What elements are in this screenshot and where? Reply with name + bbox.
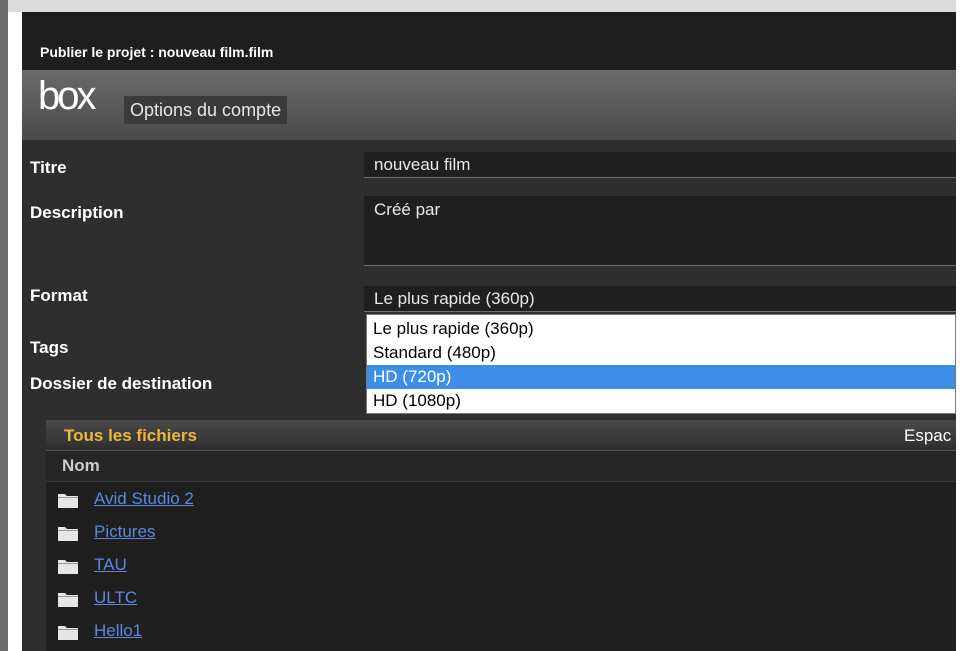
format-option-480p[interactable]: Standard (480p)	[367, 341, 955, 365]
folder-icon	[58, 626, 78, 640]
title-field[interactable]: nouveau film	[364, 152, 956, 178]
folder-row[interactable]: Avid Studio 2	[46, 484, 956, 516]
screenshot-frame-right	[956, 0, 962, 651]
dialog-titlebar[interactable]	[22, 12, 956, 70]
file-browser: Tous les fichiers Espac Nom Avid Studio …	[46, 420, 956, 651]
account-options-button[interactable]: Options du compte	[124, 96, 288, 124]
format-select[interactable]: Le plus rapide (360p)	[364, 286, 956, 312]
box-logo: box	[38, 74, 96, 118]
folder-link[interactable]: Avid Studio 2	[94, 489, 194, 509]
name-column-header[interactable]: Nom	[46, 451, 956, 482]
description-label: Description	[30, 203, 124, 222]
folder-icon	[58, 593, 78, 607]
format-option-360p[interactable]: Le plus rapide (360p)	[367, 317, 955, 341]
tags-label: Tags	[30, 338, 69, 357]
destination-label: Dossier de destination	[30, 374, 213, 393]
folder-icon	[58, 494, 78, 508]
format-option-1080p[interactable]: HD (1080p)	[367, 389, 955, 413]
format-dropdown-list: Le plus rapide (360p) Standard (480p) HD…	[366, 314, 956, 414]
screenshot-frame-top	[8, 0, 956, 12]
dialog-title: Publier le projet : nouveau film.film	[40, 44, 274, 60]
name-column-label: Nom	[62, 456, 100, 475]
folder-link[interactable]: Pictures	[94, 522, 155, 542]
format-label: Format	[30, 286, 88, 305]
folder-link[interactable]: TAU	[94, 555, 127, 575]
format-option-720p[interactable]: HD (720p)	[367, 365, 955, 389]
all-files-title[interactable]: Tous les fichiers	[64, 426, 197, 446]
description-field[interactable]: Créé par	[364, 196, 956, 266]
folder-icon	[58, 560, 78, 574]
folder-row[interactable]: Hello1	[46, 616, 956, 648]
space-label: Espac	[904, 426, 952, 445]
screenshot-frame-left	[0, 0, 8, 651]
folder-icon	[58, 527, 78, 541]
folder-row[interactable]: ULTC	[46, 583, 956, 615]
title-label: Titre	[30, 158, 67, 177]
folder-link[interactable]: Hello1	[94, 621, 142, 641]
folder-row[interactable]: Pictures	[46, 517, 956, 549]
folder-link[interactable]: ULTC	[94, 588, 137, 608]
file-browser-header: Tous les fichiers Espac	[46, 420, 956, 451]
publish-dialog: Publier le projet : nouveau film.film bo…	[22, 12, 956, 651]
folder-row[interactable]: TAU	[46, 550, 956, 582]
